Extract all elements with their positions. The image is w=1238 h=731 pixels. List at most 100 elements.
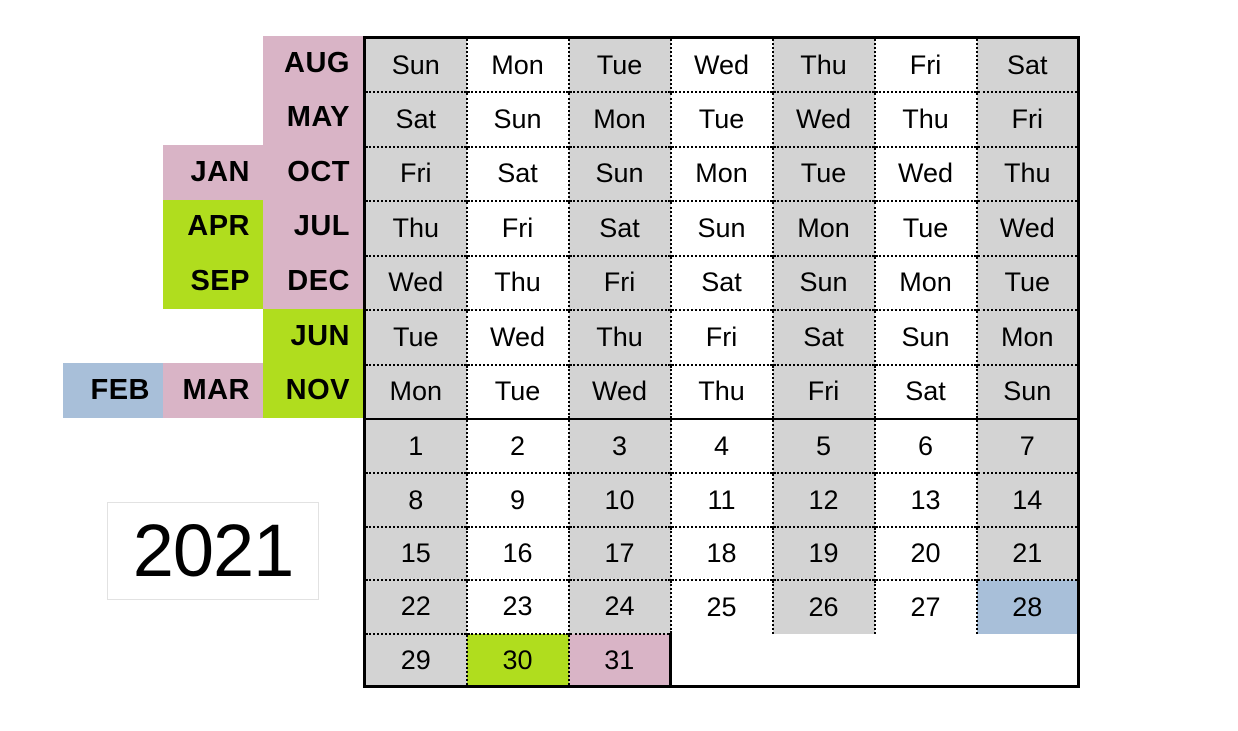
- day-cell-9[interactable]: 9: [465, 472, 569, 527]
- weekday-cell[interactable]: Sun: [465, 91, 569, 147]
- weekday-cell[interactable]: Sat: [873, 363, 977, 419]
- month-cell-mar[interactable]: MAR: [163, 363, 263, 418]
- weekday-cell[interactable]: Fri: [873, 37, 977, 92]
- weekday-cell[interactable]: Sat: [364, 91, 467, 147]
- weekday-cell[interactable]: Thu: [567, 309, 671, 365]
- month-cell-nov[interactable]: NOV: [263, 363, 363, 418]
- month-cell-sep[interactable]: SEP: [163, 254, 263, 309]
- weekday-cell[interactable]: Thu: [975, 145, 1079, 201]
- weekday-cell[interactable]: Mon: [567, 91, 671, 147]
- day-cell-14[interactable]: 14: [975, 472, 1079, 527]
- weekday-cell[interactable]: Sat: [669, 254, 773, 310]
- year-label: 2021: [132, 509, 295, 592]
- day-cell-17[interactable]: 17: [567, 525, 671, 581]
- weekday-cell[interactable]: Wed: [364, 254, 467, 310]
- weekday-cell[interactable]: Fri: [669, 309, 773, 365]
- day-cell-20[interactable]: 20: [873, 525, 977, 581]
- weekday-cell[interactable]: Tue: [975, 254, 1079, 310]
- weekday-cell[interactable]: Sat: [567, 200, 671, 256]
- weekday-cell[interactable]: Wed: [465, 309, 569, 365]
- weekday-cell[interactable]: Mon: [873, 254, 977, 310]
- weekday-cell[interactable]: Sun: [975, 363, 1079, 419]
- month-cell-may[interactable]: MAY: [263, 90, 363, 146]
- month-cell-oct[interactable]: OCT: [263, 145, 363, 200]
- day-cell-6[interactable]: 6: [873, 420, 977, 474]
- weekday-cell[interactable]: Fri: [975, 91, 1079, 147]
- weekday-cell[interactable]: Sun: [364, 37, 467, 92]
- month-cell-jul[interactable]: JUL: [263, 199, 363, 255]
- weekday-cell[interactable]: Sat: [771, 309, 875, 365]
- month-cell-jan[interactable]: JAN: [163, 145, 263, 200]
- day-cell-27[interactable]: 27: [873, 579, 977, 634]
- day-cell-10[interactable]: 10: [567, 472, 671, 527]
- weekday-cell[interactable]: Fri: [465, 200, 569, 256]
- weekday-cell[interactable]: Tue: [669, 91, 773, 147]
- day-cell-29[interactable]: 29: [364, 632, 467, 687]
- day-cell-23[interactable]: 23: [465, 579, 569, 634]
- weekday-cell[interactable]: Tue: [873, 200, 977, 256]
- weekday-cell[interactable]: Fri: [771, 363, 875, 419]
- day-row: 22 23 24 25 26 27 28: [364, 579, 1079, 634]
- day-cell-11[interactable]: 11: [669, 472, 773, 527]
- day-cell-19[interactable]: 19: [771, 525, 875, 581]
- weekday-cell[interactable]: Wed: [975, 200, 1079, 256]
- weekday-cell[interactable]: Tue: [771, 145, 875, 201]
- day-cell-8[interactable]: 8: [364, 472, 467, 527]
- weekday-cell[interactable]: Fri: [567, 254, 671, 310]
- year-box[interactable]: 2021: [107, 502, 319, 600]
- weekday-cell[interactable]: Tue: [465, 363, 569, 419]
- weekday-cell[interactable]: Wed: [771, 91, 875, 147]
- weekday-cell[interactable]: Fri: [364, 145, 467, 201]
- day-cell-22[interactable]: 22: [364, 579, 467, 634]
- day-cell-30[interactable]: 30: [465, 632, 569, 687]
- day-cell-31[interactable]: 31: [567, 632, 672, 687]
- weekday-cell[interactable]: Tue: [567, 37, 671, 92]
- weekday-cell[interactable]: Wed: [567, 363, 671, 419]
- day-cell-24[interactable]: 24: [567, 579, 671, 634]
- day-cell-28[interactable]: 28: [975, 579, 1079, 634]
- month-label: AUG: [284, 46, 350, 79]
- day-cell-21[interactable]: 21: [975, 525, 1079, 581]
- day-cell-3[interactable]: 3: [567, 420, 671, 474]
- month-cell-dec[interactable]: DEC: [263, 254, 363, 309]
- weekday-cell[interactable]: Sun: [567, 145, 671, 201]
- weekday-cell[interactable]: Thu: [873, 91, 977, 147]
- weekday-cell[interactable]: Sun: [771, 254, 875, 310]
- day-cell-15[interactable]: 15: [364, 525, 467, 581]
- weekday-cell[interactable]: Mon: [771, 200, 875, 256]
- weekday-cell[interactable]: Mon: [465, 37, 569, 92]
- weekday-cell[interactable]: Mon: [364, 363, 467, 419]
- day-cell-18[interactable]: 18: [669, 525, 773, 581]
- day-row: 1234567: [364, 420, 1079, 474]
- weekday-cell[interactable]: Sat: [465, 145, 569, 201]
- month-cell-feb[interactable]: FEB: [63, 363, 163, 418]
- weekday-cell[interactable]: Mon: [669, 145, 773, 201]
- weekday-cell[interactable]: Wed: [669, 37, 773, 92]
- day-cell-25[interactable]: 25: [669, 579, 773, 634]
- day-cell-7[interactable]: 7: [975, 420, 1079, 474]
- month-cell-aug[interactable]: AUG: [263, 36, 363, 91]
- day-cell-1[interactable]: 1: [364, 420, 467, 474]
- weekday-cell[interactable]: Thu: [669, 363, 773, 419]
- weekday-cell[interactable]: Wed: [873, 145, 977, 201]
- weekday-cell[interactable]: Thu: [364, 200, 467, 256]
- weekday-row: Tue Wed Thu Fri Sat Sun Mon: [364, 309, 1079, 365]
- day-cell-16[interactable]: 16: [465, 525, 569, 581]
- day-cell-5[interactable]: 5: [771, 420, 875, 474]
- weekday-cell[interactable]: Sun: [669, 200, 773, 256]
- day-cell-13[interactable]: 13: [873, 472, 977, 527]
- month-cell-jun[interactable]: JUN: [263, 308, 363, 364]
- day-cell-2[interactable]: 2: [465, 420, 569, 474]
- weekday-cell[interactable]: Sun: [873, 309, 977, 365]
- day-cell-4[interactable]: 4: [669, 420, 773, 474]
- month-label: MAY: [286, 101, 350, 134]
- weekday-cell[interactable]: Thu: [465, 254, 569, 310]
- day-cell-12[interactable]: 12: [771, 472, 875, 527]
- weekday-cell[interactable]: Tue: [364, 309, 467, 365]
- weekday-cell[interactable]: Sat: [975, 37, 1079, 92]
- month-cell-apr[interactable]: APR: [163, 199, 263, 255]
- weekday-cell[interactable]: Mon: [975, 309, 1079, 365]
- day-cell-26[interactable]: 26: [771, 579, 875, 634]
- day-row: 15 16 17 18 19 20 21: [364, 525, 1079, 581]
- weekday-cell[interactable]: Thu: [771, 37, 875, 92]
